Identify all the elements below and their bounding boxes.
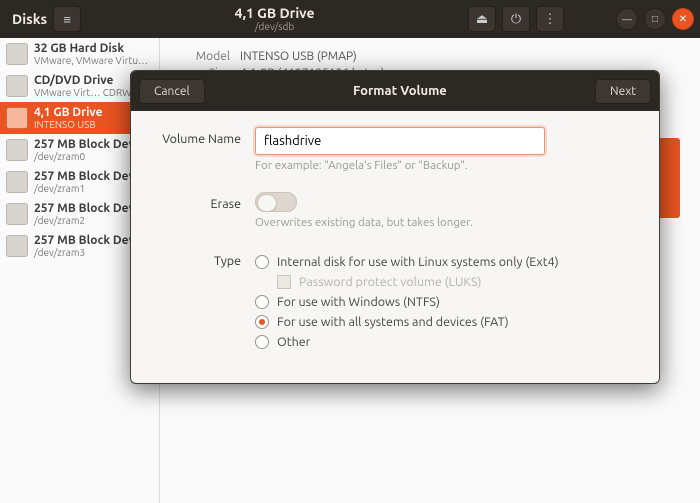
erase-label: Erase [145, 192, 255, 211]
volume-name-label: Volume Name [145, 127, 255, 146]
type-option-label: For use with all systems and devices (FA… [277, 315, 509, 329]
type-label: Type [145, 249, 255, 268]
type-option-other[interactable]: Other [255, 335, 645, 349]
luks-label: Password protect volume (LUKS) [299, 275, 481, 289]
erase-switch[interactable] [255, 192, 297, 212]
radio-icon [255, 255, 269, 269]
type-option-fat[interactable]: For use with all systems and devices (FA… [255, 315, 645, 329]
modal-overlay: Cancel Format Volume Next Volume Name Fo… [0, 0, 700, 503]
dialog-title: Format Volume [205, 84, 595, 98]
luks-checkbox-row: Password protect volume (LUKS) [277, 275, 645, 289]
radio-icon [255, 335, 269, 349]
radio-icon [255, 295, 269, 309]
format-volume-dialog: Cancel Format Volume Next Volume Name Fo… [130, 70, 660, 384]
next-button[interactable]: Next [595, 79, 651, 104]
type-option-label: For use with Windows (NTFS) [277, 295, 440, 309]
volume-name-hint: For example: "Angela's Files" or "Backup… [255, 159, 645, 172]
erase-hint: Overwrites existing data, but takes long… [255, 216, 645, 229]
volume-name-input[interactable] [255, 127, 545, 155]
type-option-ext4[interactable]: Internal disk for use with Linux systems… [255, 255, 645, 269]
checkbox-icon [277, 275, 291, 289]
type-option-label: Internal disk for use with Linux systems… [277, 255, 559, 269]
type-option-ntfs[interactable]: For use with Windows (NTFS) [255, 295, 645, 309]
cancel-button[interactable]: Cancel [139, 79, 205, 104]
radio-icon-checked [255, 315, 269, 329]
type-option-label: Other [277, 335, 310, 349]
